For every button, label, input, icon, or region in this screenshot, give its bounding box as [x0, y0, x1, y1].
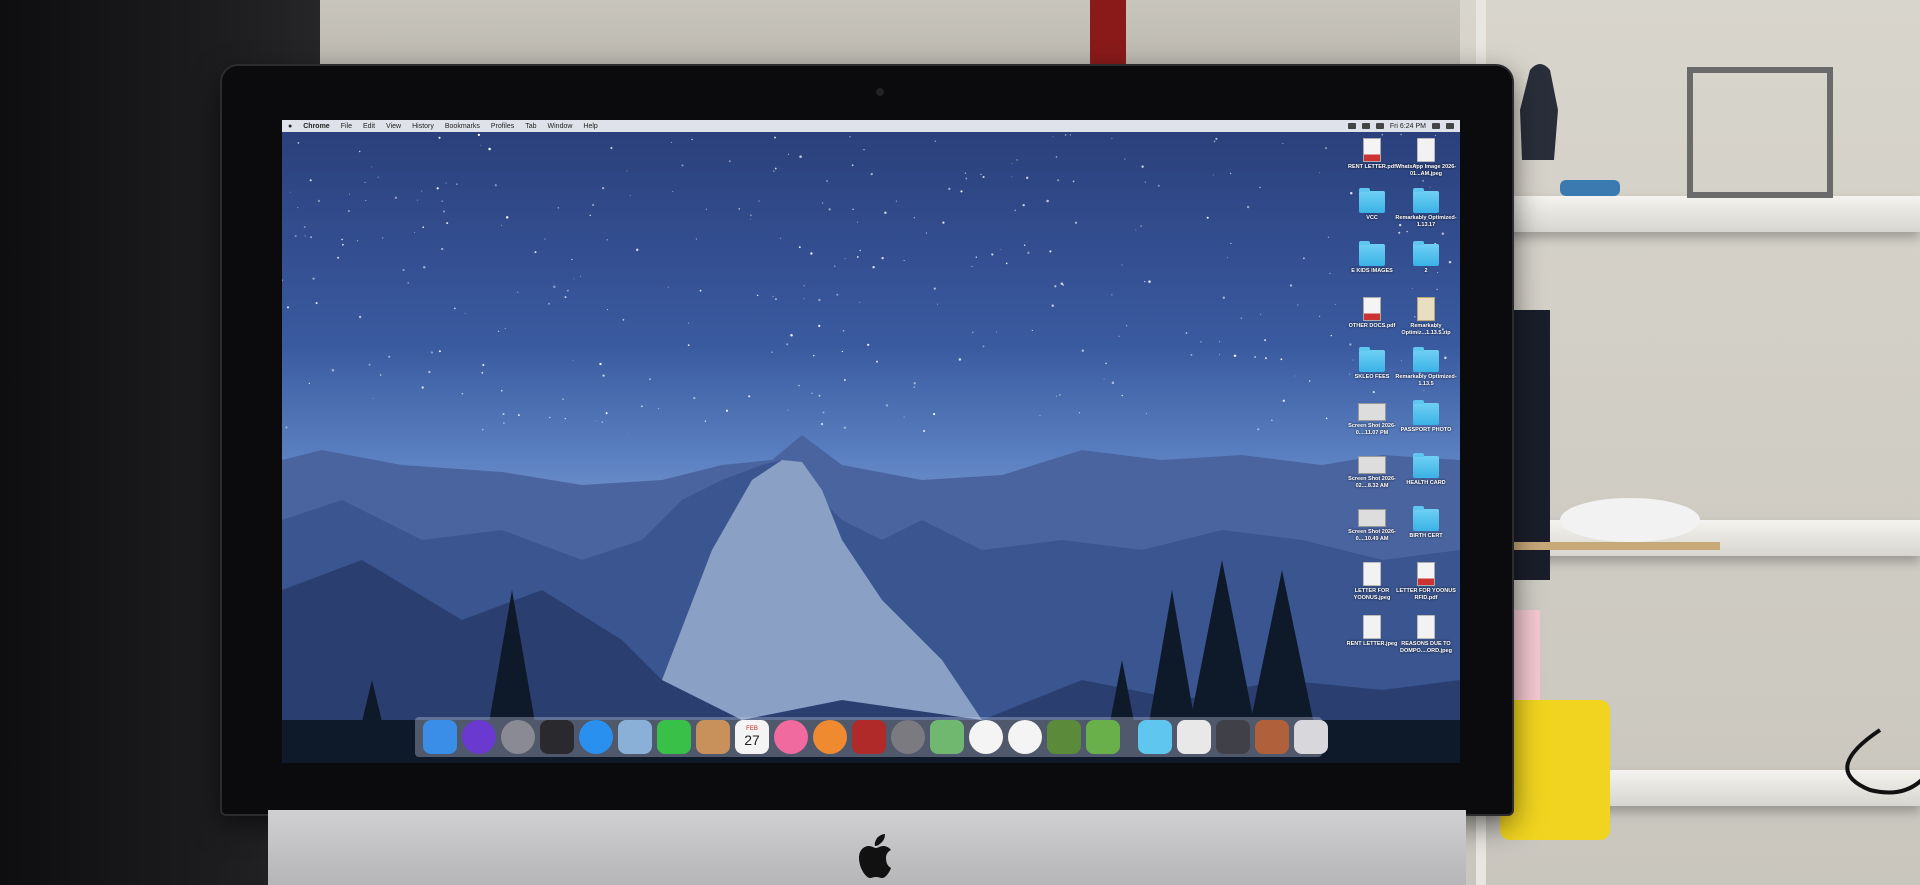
file-icon — [1358, 456, 1386, 474]
desktop-icon[interactable]: Remarkably Optimized-1.13.5 — [1394, 347, 1458, 387]
file-icon — [1363, 297, 1381, 321]
desktop-icon[interactable]: 2 — [1394, 241, 1458, 275]
finder-icon[interactable] — [423, 720, 457, 754]
folder-icon — [1359, 188, 1385, 213]
folder-icon — [1413, 188, 1439, 213]
calendar-icon[interactable]: FEB 27 — [735, 720, 769, 754]
desktop-icon-label: BIRTH CERT — [1409, 533, 1443, 539]
minecraft-launcher-icon[interactable] — [1086, 720, 1120, 754]
desktop-icon[interactable]: REASONS DUE TO DOMPO....ORD.jpeg — [1394, 615, 1458, 654]
shelf-objects — [1500, 64, 1920, 840]
preview-icon[interactable] — [618, 720, 652, 754]
notification-center-icon[interactable] — [1446, 123, 1454, 129]
menu-clock[interactable]: Fri 6:24 PM — [1390, 123, 1426, 130]
folder-icon — [1413, 347, 1439, 372]
photo-scene: ● Chrome File Edit View History Bookmark… — [0, 0, 1920, 885]
maps-icon[interactable] — [930, 720, 964, 754]
apple-menu-icon[interactable]: ● — [288, 123, 292, 130]
ruler — [1500, 542, 1720, 550]
menu-profiles[interactable]: Profiles — [491, 123, 514, 130]
file-icon — [1363, 615, 1381, 639]
folder-icon — [1359, 241, 1385, 266]
menu-help[interactable]: Help — [583, 123, 597, 130]
mission-control-icon[interactable] — [540, 720, 574, 754]
desktop-icon[interactable]: Remarkably Optimiz...1.13.5.zip — [1394, 297, 1458, 336]
jar — [1500, 700, 1610, 840]
ibooks-icon[interactable] — [813, 720, 847, 754]
desktop-icon[interactable]: HEALTH CARD — [1394, 453, 1458, 487]
calendar-day: 27 — [744, 732, 760, 748]
menu-chrome[interactable]: Chrome — [303, 123, 329, 130]
file-icon — [1417, 297, 1435, 321]
file-icon — [1417, 615, 1435, 639]
menu-bar: ● Chrome File Edit View History Bookmark… — [282, 120, 1460, 132]
menu-tab[interactable]: Tab — [525, 123, 536, 130]
itunes-icon[interactable] — [774, 720, 808, 754]
yosemite-wallpaper — [282, 435, 1460, 763]
chrome-icon[interactable] — [1008, 720, 1042, 754]
desktop-icon-label: Remarkably Optimized-1.13.5 — [1395, 374, 1457, 387]
desktop-icon[interactable]: PASSPORT PHOTO — [1394, 400, 1458, 434]
wire-rack — [1687, 67, 1833, 198]
siri-icon[interactable] — [462, 720, 496, 754]
desktop-icon[interactable]: LETTER FOR YOONUS RFID.pdf — [1394, 562, 1458, 601]
menu-view[interactable]: View — [386, 123, 401, 130]
minecraft-icon[interactable] — [1047, 720, 1081, 754]
desktop-icon-label: 2 — [1424, 268, 1428, 274]
file-icon — [1358, 509, 1386, 527]
app-store-icon[interactable] — [579, 720, 613, 754]
mouse — [1560, 498, 1700, 542]
file-icon — [1358, 403, 1386, 421]
figurine — [1520, 64, 1558, 160]
menu-window[interactable]: Window — [548, 123, 573, 130]
spotlight-icon[interactable] — [1432, 123, 1440, 129]
apple-logo-icon — [859, 834, 891, 878]
folder-icon — [1413, 241, 1439, 266]
trash-icon[interactable] — [1294, 720, 1328, 754]
file-icon — [1363, 562, 1381, 586]
desktop-icon-label: PASSPORT PHOTO — [1400, 427, 1452, 433]
facetime-icon[interactable] — [657, 720, 691, 754]
menu-history[interactable]: History — [412, 123, 434, 130]
desktop-icon[interactable]: BIRTH CERT — [1394, 506, 1458, 540]
downloads-folder-icon[interactable] — [1138, 720, 1172, 754]
menu-edit[interactable]: Edit — [363, 123, 375, 130]
system-preferences-icon[interactable] — [891, 720, 925, 754]
photo-booth-icon[interactable] — [852, 720, 886, 754]
cable — [1845, 728, 1920, 795]
file-icon — [1417, 138, 1435, 162]
desktop-icon-label: REASONS DUE TO DOMPO....ORD.jpeg — [1400, 641, 1452, 654]
camera — [876, 88, 884, 96]
folder-icon — [1413, 506, 1439, 531]
desktop-icon-label: WhatsApp Image 2026-01...AM.jpeg — [1395, 164, 1457, 177]
menu-bookmarks[interactable]: Bookmarks — [445, 123, 480, 130]
desktop-icon[interactable]: Remarkably Optimized-1.13.17 — [1394, 188, 1458, 228]
photos-icon[interactable] — [969, 720, 1003, 754]
desktop-icon-label: HEALTH CARD — [1406, 480, 1446, 486]
launchpad-icon[interactable] — [501, 720, 535, 754]
status-tray: Fri 6:24 PM — [1347, 123, 1454, 130]
screenshot-stack-icon[interactable] — [1216, 720, 1250, 754]
folder-icon — [1413, 453, 1439, 478]
documents-stack-icon[interactable] — [1177, 720, 1211, 754]
folder-icon — [1359, 347, 1385, 372]
wifi-icon[interactable] — [1347, 123, 1356, 129]
desktop-screen: ● Chrome File Edit View History Bookmark… — [282, 120, 1460, 763]
image-stack-icon[interactable] — [1255, 720, 1289, 754]
desktop-icon-label: Remarkably Optimiz...1.13.5.zip — [1401, 323, 1451, 336]
file-icon — [1363, 138, 1381, 162]
desktop-icon-label: Remarkably Optimized-1.13.17 — [1395, 215, 1457, 228]
volume-icon[interactable] — [1361, 123, 1370, 129]
menu-file[interactable]: File — [341, 123, 352, 130]
desktop-icon-label: LETTER FOR YOONUS RFID.pdf — [1396, 588, 1456, 601]
contacts-icon[interactable] — [696, 720, 730, 754]
toy-car — [1560, 180, 1620, 196]
folder-icon — [1413, 400, 1439, 425]
battery-icon[interactable] — [1375, 123, 1384, 129]
dock: FEB 27 — [415, 717, 1328, 757]
desktop-icon[interactable]: WhatsApp Image 2026-01...AM.jpeg — [1394, 138, 1458, 177]
file-icon — [1417, 562, 1435, 586]
